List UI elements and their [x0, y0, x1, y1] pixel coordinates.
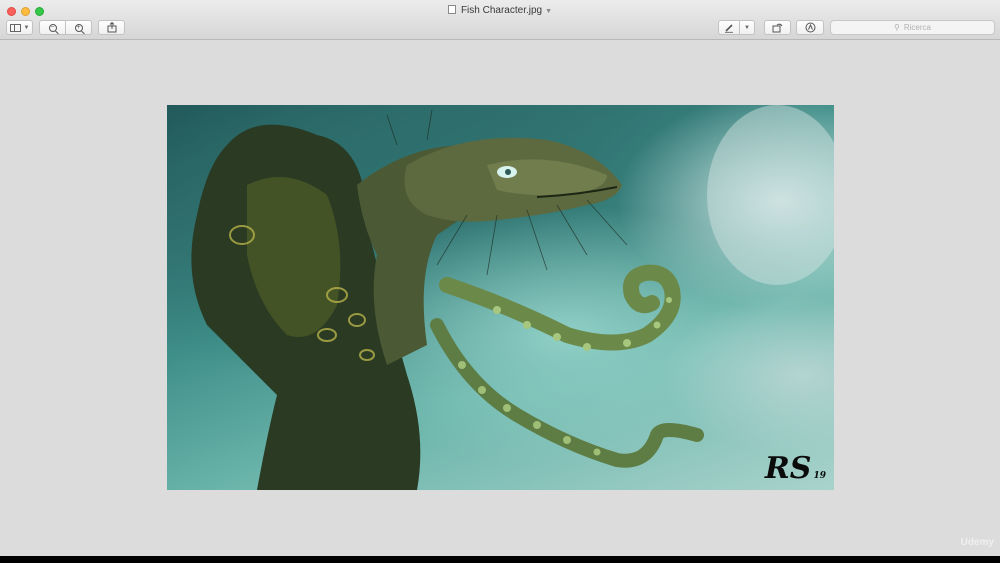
chevron-down-icon[interactable]: ▼	[545, 8, 552, 15]
markup-menu-button[interactable]: ▼	[739, 20, 755, 35]
image-canvas[interactable]: RS 19	[167, 105, 834, 490]
search-placeholder: Ricerca	[903, 23, 931, 32]
rotate-button[interactable]	[764, 20, 791, 35]
signature-mark: RS	[764, 451, 812, 486]
zoom-out-icon: −	[48, 23, 57, 32]
artist-signature: RS 19	[765, 451, 826, 486]
fish-creature-artwork	[191, 105, 834, 490]
zoom-in-icon: +	[74, 23, 83, 32]
search-icon: ⚲	[894, 23, 900, 32]
window-title: Fish Character.jpg	[460, 5, 543, 16]
titlebar: Fish Character.jpg ▼ ▼ − + ▼ ⚲ Ricerca	[0, 0, 1000, 40]
pen-icon	[725, 23, 733, 33]
signature-year: 19	[813, 471, 826, 481]
markup-toolbar-button[interactable]	[796, 20, 824, 35]
markup-toolbar-icon	[805, 22, 815, 33]
zoom-out-button[interactable]: −	[39, 20, 66, 35]
chevron-down-icon: ▼	[744, 24, 750, 31]
share-icon	[107, 22, 116, 33]
window-title-area[interactable]: Fish Character.jpg ▼	[0, 5, 1000, 18]
search-field[interactable]: ⚲ Ricerca	[830, 20, 995, 35]
zoom-in-button[interactable]: +	[65, 20, 92, 35]
markup-button[interactable]	[718, 20, 740, 35]
sidebar-icon	[9, 23, 21, 32]
bottom-letterbox	[0, 556, 1000, 563]
preview-window: Fish Character.jpg ▼ ▼ − + ▼ ⚲ Ricerca R…	[0, 0, 1000, 556]
sidebar-button[interactable]: ▼	[6, 20, 33, 35]
rotate-icon	[772, 23, 783, 32]
chevron-down-icon: ▼	[23, 24, 30, 31]
share-button[interactable]	[98, 20, 125, 35]
file-icon	[447, 5, 456, 14]
watermark-logo: Udemy	[960, 537, 994, 548]
